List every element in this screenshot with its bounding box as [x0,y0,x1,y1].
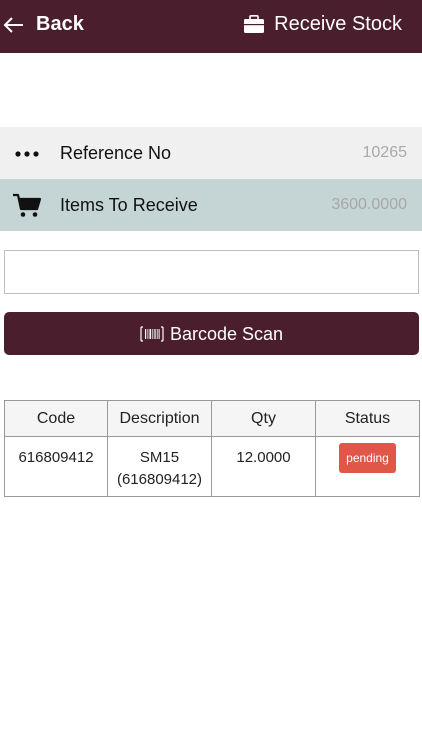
cell-description: SM15 (616809412) [107,436,212,497]
column-header-code: Code [4,400,108,437]
table-row[interactable]: 616809412 SM15 (616809412) 12.0000 pendi… [4,436,420,497]
back-button[interactable]: Back [0,0,110,53]
cell-code: 616809412 [4,436,108,497]
briefcase-icon [244,15,265,33]
reference-label: Reference No [60,143,172,163]
barcode-icon [140,325,164,342]
description-code: (616809412) [116,471,203,488]
status-badge[interactable]: pending [339,443,396,473]
arrow-left-icon [3,17,23,33]
barcode-scan-button[interactable]: Barcode Scan [4,312,419,355]
description-name: SM15 [139,449,180,466]
table-header-row: Code Description Qty Status [4,400,420,437]
column-header-qty: Qty [211,400,316,437]
items-to-receive-value: 3600.0000 [331,196,407,213]
more-dots-icon [15,151,39,157]
column-header-description: Description [107,400,212,437]
items-table: Code Description Qty Status 616809412 SM… [4,400,420,497]
items-to-receive-row: Items To Receive 3600.0000 [0,179,422,231]
barcode-input[interactable] [4,250,419,294]
cell-qty: 12.0000 [211,436,316,497]
app-header: Back Receive Stock [0,0,422,53]
items-to-receive-label: Items To Receive [60,195,198,215]
cart-icon [13,193,42,217]
barcode-scan-label: Barcode Scan [169,323,284,344]
reference-row: Reference No 10265 [0,127,422,179]
back-label: Back [36,13,84,35]
cell-status: pending [315,436,420,497]
page-title-group: Receive Stock [244,10,402,38]
column-header-status: Status [315,400,420,437]
page-title: Receive Stock [274,13,402,35]
reference-value: 10265 [362,144,408,161]
